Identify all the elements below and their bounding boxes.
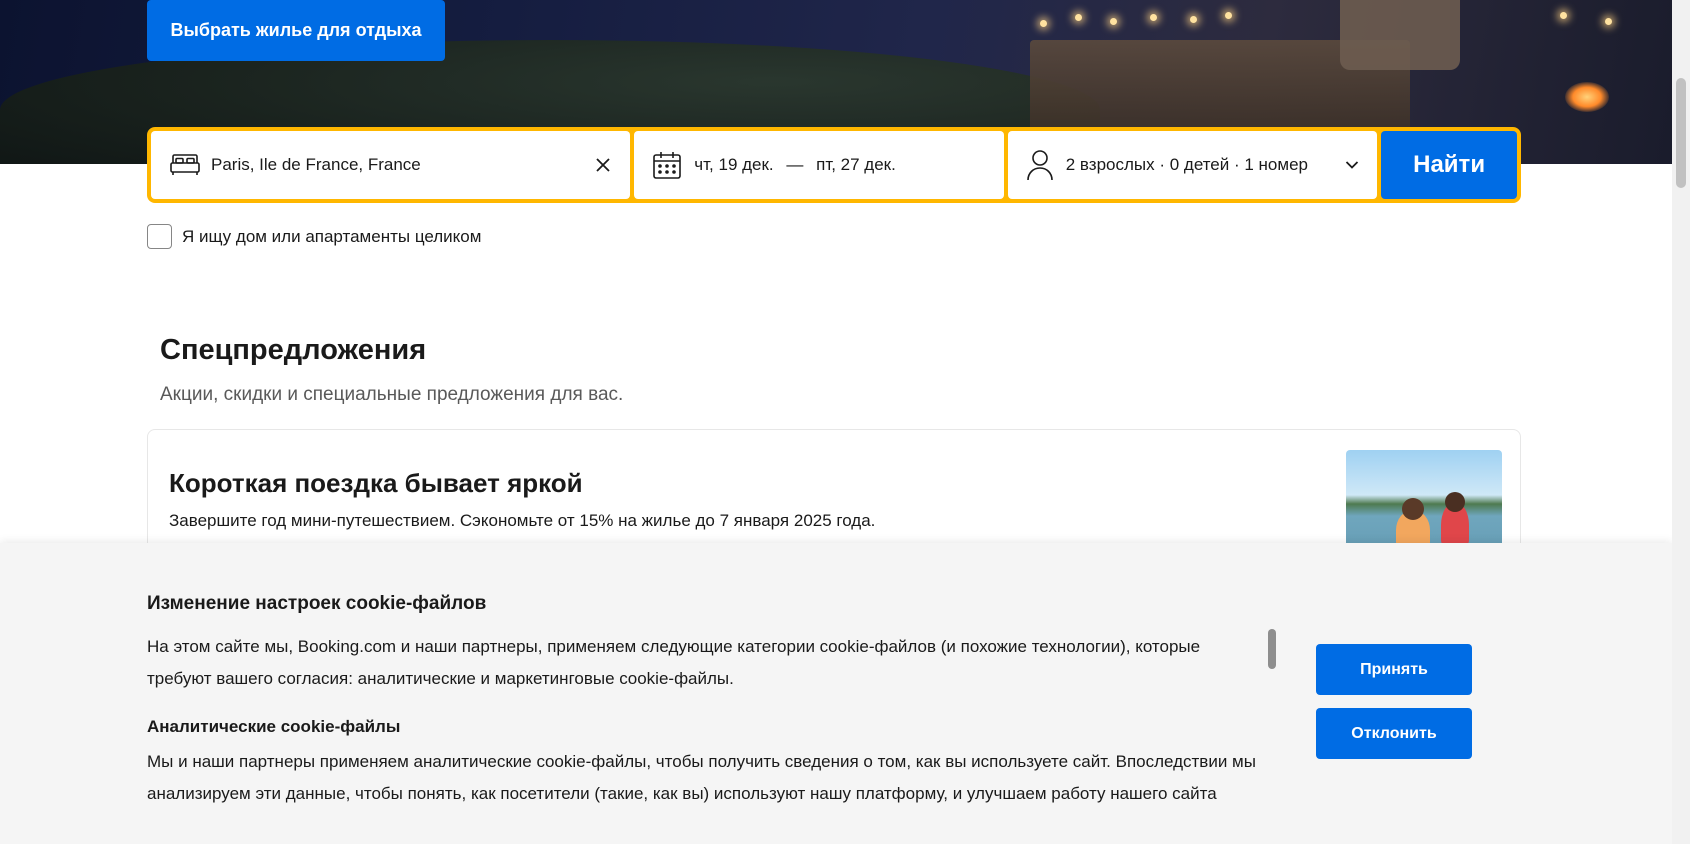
choose-vacation-stay-button[interactable]: Выбрать жилье для отдыха — [147, 0, 445, 61]
string-light — [1190, 16, 1197, 23]
bed-icon — [169, 152, 201, 178]
accept-cookies-button[interactable]: Принять — [1316, 644, 1472, 695]
offer-card-text: Завершите год мини-путешествием. Сэконом… — [169, 511, 876, 530]
offers-title: Спецпредложения — [160, 334, 427, 366]
string-light — [1040, 20, 1047, 27]
image-person-head — [1402, 498, 1424, 520]
whole-home-checkbox[interactable] — [147, 224, 172, 249]
whole-home-option[interactable]: Я ищу дом или апартаменты целиком — [147, 224, 481, 249]
offers-subtitle: Акции, скидки и специальные предложения … — [160, 384, 624, 405]
string-light — [1075, 14, 1082, 21]
fire-pit-glow — [1565, 82, 1609, 112]
string-light — [1605, 18, 1612, 25]
search-submit-button[interactable]: Найти — [1381, 131, 1517, 199]
string-light — [1110, 18, 1117, 25]
guests-field[interactable]: 2 взрослых · 0 детей · 1 номер — [1007, 131, 1378, 199]
dates-field[interactable]: чт, 19 дек. — пт, 27 дек. — [634, 131, 1004, 199]
cookie-banner: Изменение настроек cookie-файлов На этом… — [0, 543, 1672, 844]
image-person-head — [1445, 492, 1465, 512]
decline-cookies-button[interactable]: Отклонить — [1316, 708, 1472, 759]
cookie-analytics-text: Мы и наши партнеры применяем аналитическ… — [147, 752, 1256, 803]
check-out-date[interactable]: пт, 27 дек. — [816, 155, 896, 174]
hero-hot-tub-image — [1340, 0, 1460, 70]
date-separator: — — [786, 155, 804, 174]
page: Выбрать жилье для отдыха Paris, Ile de F… — [0, 0, 1690, 844]
cookie-title: Изменение настроек cookie-файлов — [147, 593, 487, 614]
guests-value: 2 взрослых · 0 детей · 1 номер — [1065, 155, 1308, 174]
chevron-down-icon[interactable] — [1345, 160, 1359, 170]
close-icon[interactable] — [594, 156, 612, 174]
whole-home-label: Я ищу дом или апартаменты целиком — [182, 226, 482, 246]
check-in-date[interactable]: чт, 19 дек. — [694, 155, 773, 174]
destination-field[interactable]: Paris, Ile de France, France — [151, 131, 631, 199]
page-scrollbar-thumb[interactable] — [1676, 78, 1686, 188]
cookie-intro-text: На этом сайте мы, Booking.com и наши пар… — [147, 637, 1201, 688]
string-light — [1225, 12, 1232, 19]
string-light — [1560, 12, 1567, 19]
offer-card-title: Короткая поездка бывает яркой — [169, 468, 583, 498]
dates-value: чт, 19 дек. — пт, 27 дек. — [694, 155, 985, 175]
search-bar: Paris, Ile de France, France чт, 19 дек.… — [147, 127, 1521, 203]
person-icon — [1026, 149, 1054, 181]
destination-input[interactable]: Paris, Ile de France, France — [211, 155, 594, 175]
cookie-analytics-title: Аналитические cookie-файлы — [147, 717, 401, 736]
string-light — [1150, 14, 1157, 21]
cookie-text-scrollbar[interactable] — [1268, 629, 1276, 669]
calendar-icon — [652, 150, 682, 180]
